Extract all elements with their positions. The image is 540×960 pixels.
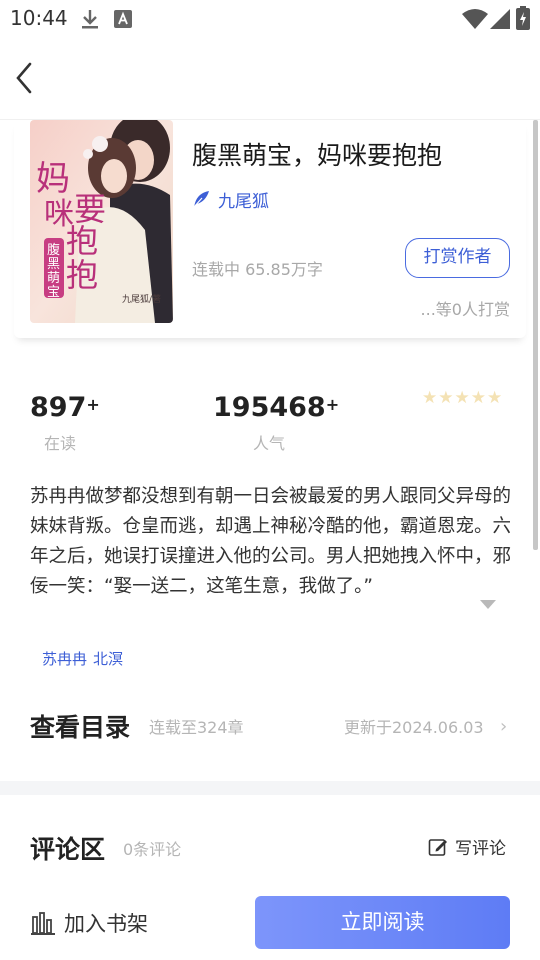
status-bar: 10:44 <box>0 0 540 38</box>
chevron-right-icon[interactable]: › <box>500 716 507 737</box>
tag-list: 苏冉冉 北溟 <box>42 648 123 669</box>
cover-title-char: 妈 <box>36 159 70 199</box>
catalog-updated: 更新于2024.06.03 <box>344 718 484 737</box>
catalog-title[interactable]: 查看目录 <box>30 708 130 744</box>
svg-text:抱: 抱 <box>66 256 98 294</box>
section-divider <box>0 781 540 795</box>
chevron-left-icon[interactable] <box>12 60 42 96</box>
read-now-button[interactable]: 立即阅读 <box>255 896 510 949</box>
author-name: 九尾狐 <box>218 191 269 212</box>
star-icon: ★ <box>422 388 438 408</box>
tip-author-button[interactable]: 打赏作者 <box>405 238 510 278</box>
book-description: 苏冉冉做梦都没想到有朝一日会被最爱的男人跟同父异母的妹妹背叛。仓皇而逃，却遇上神… <box>30 486 512 597</box>
svg-text:抱: 抱 <box>66 222 98 260</box>
comments-count: 0条评论 <box>123 840 182 859</box>
bookshelf-icon <box>31 912 55 935</box>
star-icon: ★ <box>438 388 454 408</box>
rating-stars: ★ ★ ★ ★ ★ <box>422 388 502 408</box>
write-comment-label: 写评论 <box>455 839 506 859</box>
serial-status: 连载中 65.85万字 <box>192 260 323 279</box>
svg-text:萌: 萌 <box>47 271 60 286</box>
tip-count: ...等0人打赏 <box>420 300 510 319</box>
scrollbar[interactable] <box>533 120 538 550</box>
author-link[interactable]: 九尾狐 <box>192 186 269 212</box>
catalog-progress: 连载至324章 <box>149 718 244 737</box>
quill-icon <box>193 191 209 208</box>
readers-label: 在读 <box>44 434 77 453</box>
comments-title: 评论区 <box>30 835 106 864</box>
svg-text:九尾狐/著: 九尾狐/著 <box>122 293 161 305</box>
book-info-card: 妈 咪 要 抱 抱 腹 黑 萌 宝 九尾狐/著 腹黑萌宝，妈咪要抱抱 九尾狐 连… <box>14 120 526 338</box>
star-icon: ★ <box>470 388 486 408</box>
svg-text:腹: 腹 <box>47 242 60 258</box>
write-comment-button[interactable]: 写评论 <box>428 834 506 859</box>
wifi-icon <box>462 9 488 29</box>
battery-icon <box>516 6 530 30</box>
star-icon: ★ <box>487 388 503 408</box>
top-nav <box>0 38 540 120</box>
status-time: 10:44 <box>10 6 68 30</box>
popularity-label: 人气 <box>253 434 286 453</box>
book-cover[interactable]: 妈 咪 要 抱 抱 腹 黑 萌 宝 九尾狐/著 <box>30 120 173 323</box>
font-icon <box>114 10 132 28</box>
popularity-count: 195468+ <box>213 392 340 423</box>
tag-item[interactable]: 苏冉冉 <box>42 648 87 669</box>
download-icon <box>82 10 98 29</box>
book-title: 腹黑萌宝，妈咪要抱抱 <box>192 141 443 170</box>
add-to-shelf-button[interactable]: 加入书架 <box>30 908 148 938</box>
readers-count: 897+ <box>30 392 100 423</box>
svg-text:黑: 黑 <box>47 257 60 272</box>
svg-text:宝: 宝 <box>47 285 60 300</box>
add-to-shelf-label: 加入书架 <box>64 912 148 936</box>
star-icon: ★ <box>454 388 470 408</box>
tag-item[interactable]: 北溟 <box>93 648 123 669</box>
signal-icon <box>490 9 510 29</box>
edit-icon <box>428 838 447 856</box>
expand-down-icon[interactable] <box>480 600 496 609</box>
